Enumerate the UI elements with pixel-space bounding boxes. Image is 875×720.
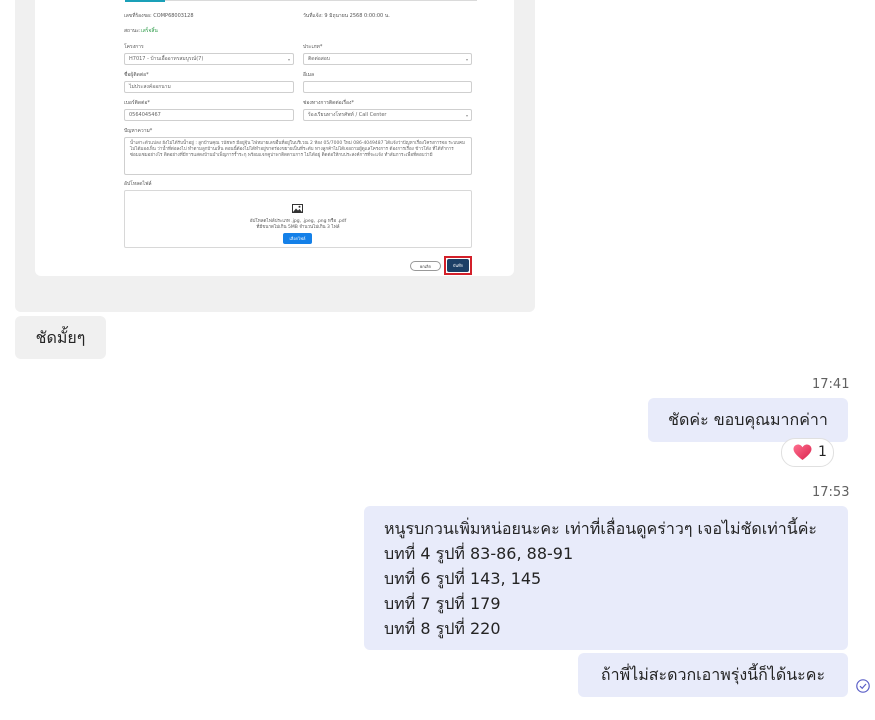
image-icon: [292, 204, 303, 213]
project-select[interactable]: H7017 - บ้านเอื้ออาทรสมบูรณ์(7) ▾: [124, 53, 294, 65]
reaction-pill[interactable]: 1: [781, 438, 834, 467]
channel-label: ช่องทางการติดต่อเรื่อง*: [303, 100, 354, 106]
timestamp: 17:41: [812, 377, 850, 392]
heart-reaction-icon: [793, 444, 812, 460]
reaction-count: 1: [818, 444, 827, 460]
cancel-button[interactable]: ยกเลิก: [410, 261, 441, 271]
message-line: บทที่ 7 รูปที่ 179: [384, 594, 501, 613]
upload-hint-size: ที่มีขนาดไม่เกิน 5MB จำนวนไม่เกิน 3 ไฟล์: [256, 225, 340, 230]
message-line: บทที่ 8 รูปที่ 220: [384, 619, 501, 638]
chevron-down-icon: ▾: [465, 57, 468, 62]
outgoing-message[interactable]: หนูรบกวนเพิ่มหน่อยนะคะ เท่าที่เลื่อนดูคร…: [364, 506, 848, 650]
complaint-form-card: เลขที่ร้องขอ: COMP68003128 วันที่แจ้ง: 9…: [35, 0, 514, 276]
project-label: โครงการ: [124, 44, 144, 50]
choose-file-button[interactable]: เลือกไฟล์: [283, 233, 312, 244]
shared-screenshot[interactable]: เลขที่ร้องขอ: COMP68003128 วันที่แจ้ง: 9…: [15, 0, 535, 312]
contact-name-value: ไม่ประสงค์ออกนาม: [129, 84, 171, 90]
form-tabs: [125, 0, 477, 5]
phone-label: เบอร์ติดต่อ*: [124, 100, 150, 106]
problem-label: ปัญหาความ*: [124, 128, 153, 134]
incoming-message[interactable]: ชัดมั้ยๆ: [15, 316, 106, 359]
email-field[interactable]: [303, 81, 472, 93]
attachment-label: อัปโหลดไฟล์: [124, 181, 152, 187]
contact-name-label: ชื่อผู้ติดต่อ*: [124, 72, 149, 78]
seen-check-icon: [856, 679, 870, 693]
channel-value: ร้องเรียนทางโทรศัพท์ / Call Center: [308, 112, 387, 118]
type-label: ประเภท*: [303, 44, 323, 50]
message-line: บทที่ 4 รูปที่ 83-86, 88-91: [384, 544, 574, 563]
phone-value: 0564045467: [129, 112, 161, 118]
type-select[interactable]: ติดต่อสอบ ▾: [303, 53, 472, 65]
phone-field[interactable]: 0564045467: [124, 109, 294, 121]
message-line: บทที่ 6 รูปที่ 143, 145: [384, 569, 542, 588]
chevron-down-icon: ▾: [465, 113, 468, 118]
report-date: วันที่แจ้ง: 9 มิถุนายน 2568 0:00:00 น.: [303, 13, 390, 19]
reference-number: เลขที่ร้องขอ: COMP68003128: [124, 13, 194, 19]
channel-select[interactable]: ร้องเรียนทางโทรศัพท์ / Call Center ▾: [303, 109, 472, 121]
contact-name-field[interactable]: ไม่ประสงค์ออกนาม: [124, 81, 294, 93]
outgoing-message[interactable]: ถ้าพี่ไม่สะดวกเอาพรุ่งนี้ก็ได้นะคะ: [578, 653, 848, 697]
type-value: ติดต่อสอบ: [308, 56, 330, 62]
timestamp: 17:53: [812, 485, 850, 500]
email-label: อีเมล: [303, 72, 315, 78]
active-tab-indicator: [125, 0, 165, 2]
upload-dropzone[interactable]: อัปโหลดไฟล์ประเภท .jpg, .jpeg, .png หรือ…: [124, 190, 472, 248]
project-value: H7017 - บ้านเอื้ออาทรสมบูรณ์(7): [129, 56, 204, 62]
chevron-down-icon: ▾: [287, 57, 290, 62]
problem-textarea[interactable]: น้ำเสาะตัวแปลง ยังไม่ได้รับน้ำอยู่ : ลูก…: [124, 137, 472, 175]
save-button[interactable]: บันทึก: [447, 259, 469, 272]
status-label: สถานะ:: [124, 28, 141, 34]
outgoing-message[interactable]: ชัดค่ะ ขอบคุณมากค่าา: [648, 398, 848, 442]
message-line: หนูรบกวนเพิ่มหน่อยนะคะ เท่าที่เลื่อนดูคร…: [384, 519, 818, 538]
status-value: เสร็จสิ้น: [141, 28, 158, 34]
